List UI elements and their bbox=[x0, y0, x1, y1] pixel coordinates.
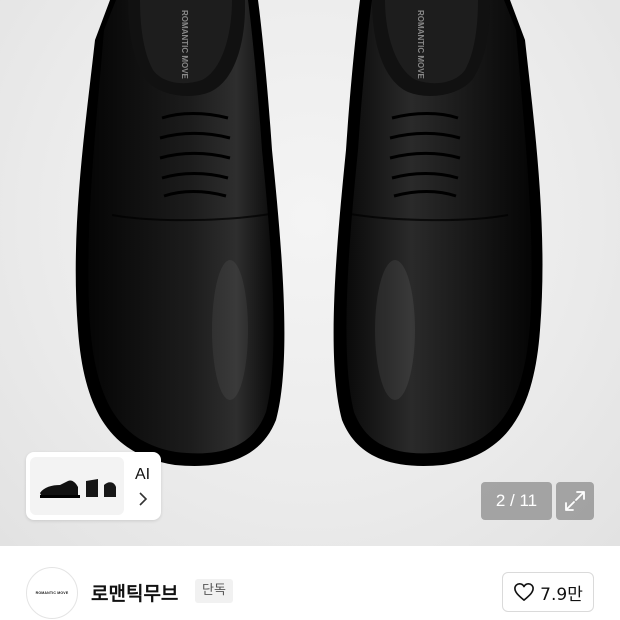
like-count: 7.9만 bbox=[540, 584, 583, 605]
exclusive-badge: 단독 bbox=[195, 579, 233, 603]
heart-outline-icon bbox=[514, 583, 535, 601]
expand-arrows-icon bbox=[565, 491, 585, 511]
right-insole-print: ROMANTIC MOVE bbox=[416, 10, 425, 80]
ai-label: AI bbox=[134, 466, 151, 483]
expand-button[interactable] bbox=[556, 482, 594, 520]
shoe-thumbnail-icon bbox=[40, 479, 116, 498]
brand-row: ROMANTIC MOVE 로맨틱무브 단독 7.9만 bbox=[0, 546, 620, 620]
brand-logo[interactable]: ROMANTIC MOVE bbox=[26, 567, 78, 619]
image-counter: 2 / 11 bbox=[481, 482, 552, 520]
ai-similar-items-chip[interactable]: AI bbox=[26, 452, 161, 520]
left-insole-print: ROMANTIC MOVE bbox=[180, 10, 189, 80]
brand-name[interactable]: 로맨틱무브 bbox=[91, 579, 178, 606]
brand-logo-text: ROMANTIC MOVE bbox=[35, 591, 69, 595]
product-image[interactable]: ROMANTIC MOVE ROMANTIC MOVE AI 2 / 11 bbox=[0, 0, 620, 546]
chevron-right-icon bbox=[138, 492, 147, 506]
like-button[interactable]: 7.9만 bbox=[502, 572, 594, 612]
ai-thumbnail bbox=[30, 457, 124, 515]
